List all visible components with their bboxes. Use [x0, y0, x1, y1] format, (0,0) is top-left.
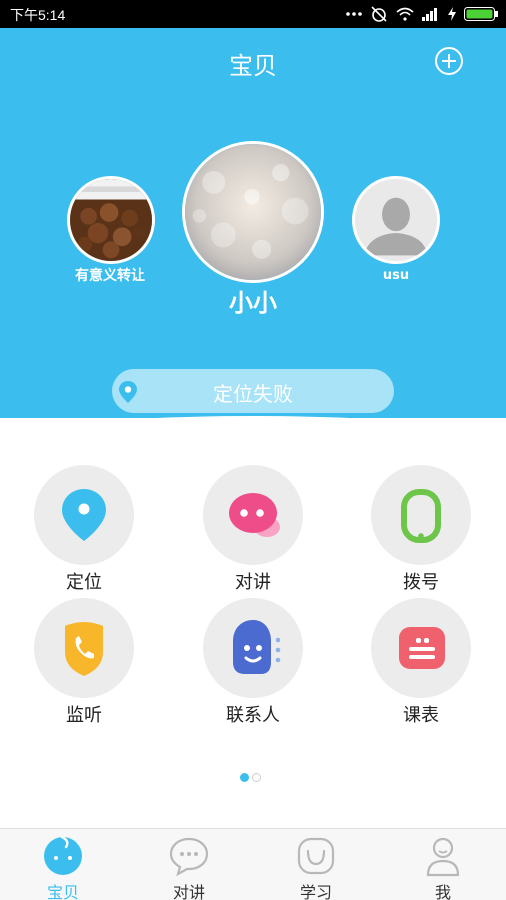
feature-talk-label: 对讲	[235, 572, 271, 593]
nav-study[interactable]: 学习	[253, 829, 379, 900]
status-time: 下午5:14	[10, 7, 66, 23]
food-photo	[70, 179, 152, 261]
feature-contacts-label: 联系人	[226, 705, 280, 726]
alarm-off-icon	[371, 6, 387, 22]
child-name-right: usu	[382, 268, 410, 283]
bottom-nav: 宝贝 对讲 学习 我	[0, 828, 506, 900]
more-dots-icon	[346, 12, 362, 16]
baby-icon	[44, 835, 82, 875]
status-icons	[346, 4, 498, 24]
page-indicator	[240, 773, 270, 783]
child-name-center: 小小	[229, 289, 277, 317]
nav-talk-label: 对讲	[172, 883, 205, 900]
add-child-button[interactable]	[434, 46, 464, 76]
phone-dial-icon	[401, 489, 441, 543]
nav-baby[interactable]: 宝贝	[0, 829, 126, 900]
page-dot	[252, 773, 261, 782]
header: 宝贝 有意义转让 小小 usu 定位失败	[0, 28, 506, 418]
user-icon	[426, 837, 460, 877]
contact-person-icon	[233, 620, 281, 674]
chat-icon	[169, 837, 209, 877]
location-pin-icon	[62, 489, 106, 541]
feature-monitor-circle	[34, 598, 134, 698]
smile-box-icon	[297, 837, 335, 875]
child-name-left: 有意义转让	[75, 268, 145, 284]
child-avatar-left[interactable]	[67, 176, 155, 264]
feature-talk-circle	[203, 465, 303, 565]
wifi-icon	[396, 7, 414, 21]
battery-icon	[464, 7, 498, 21]
feature-schedule-label: 课表	[403, 705, 439, 726]
feature-locate-label: 定位	[66, 572, 102, 593]
page-dot-active	[240, 773, 249, 782]
child-avatar-right[interactable]	[352, 176, 440, 264]
feature-dial-circle	[371, 465, 471, 565]
nav-talk[interactable]: 对讲	[126, 829, 252, 900]
phone-shield-icon	[65, 622, 103, 676]
nav-study-label: 学习	[299, 883, 332, 900]
status-bar: 下午5:14	[0, 0, 506, 28]
nav-me-label: 我	[434, 883, 451, 900]
nav-baby-label: 宝贝	[46, 883, 79, 900]
schedule-icon	[399, 627, 445, 669]
default-avatar-icon	[355, 179, 437, 261]
nav-me[interactable]: 我	[380, 829, 506, 900]
charging-icon	[448, 7, 456, 21]
feature-contacts-circle	[203, 598, 303, 698]
bokeh-photo	[185, 144, 321, 280]
feature-schedule-circle	[371, 598, 471, 698]
feature-locate-circle	[34, 465, 134, 565]
child-avatar-center[interactable]	[182, 141, 324, 283]
header-curve	[0, 416, 506, 418]
feature-dial-label: 拨号	[403, 572, 439, 593]
signal-icon	[422, 8, 437, 21]
location-status-text: 定位失败	[213, 382, 293, 406]
chat-bubble-icon	[229, 493, 280, 537]
location-status-bar[interactable]: 定位失败	[112, 369, 394, 413]
feature-monitor-label: 监听	[66, 705, 102, 726]
page-title: 宝贝	[229, 52, 277, 80]
